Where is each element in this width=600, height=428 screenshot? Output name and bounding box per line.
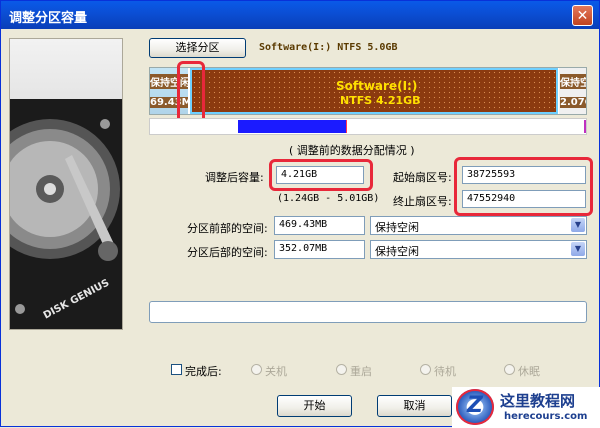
front-space-option: 保持空闲 <box>375 221 419 234</box>
cancel-button[interactable]: 取消 <box>377 395 452 417</box>
sector-highlight <box>454 157 593 216</box>
size-range: (1.24GB - 5.01GB) <box>277 193 380 204</box>
radio-hibernate[interactable] <box>504 364 515 375</box>
partition-info: Software(I:) NTFS 5.0GB <box>259 42 398 53</box>
front-space-label: 分区前部的空间: <box>187 222 268 235</box>
resize-partition-dialog: 调整分区容量 ✕ DISK GENIUS 选择分区 Software(I:) N… <box>0 0 600 428</box>
data-distribution-bar <box>149 118 587 135</box>
after-complete-checkbox[interactable] <box>171 364 182 375</box>
start-button[interactable]: 开始 <box>277 395 352 417</box>
free-after-size: 2.07G <box>560 97 586 108</box>
title-bar[interactable]: 调整分区容量 ✕ <box>1 1 599 29</box>
progress-bar <box>149 301 587 323</box>
radio-shutdown-label: 关机 <box>265 365 287 378</box>
watermark-title: 这里教程网 <box>500 392 576 410</box>
disk-illustration: DISK GENIUS <box>9 38 123 330</box>
front-space-input[interactable]: 469.43MB <box>274 216 365 235</box>
partition-map: 保持空闲 69.43M Software(I:) NTFS 4.21GB 保持空… <box>149 67 587 115</box>
close-button[interactable]: ✕ <box>572 5 593 26</box>
chevron-down-icon[interactable]: ▼ <box>571 218 585 232</box>
new-size-highlight <box>269 159 373 191</box>
radio-hibernate-label: 休眠 <box>518 365 540 378</box>
after-complete-label: 完成后: <box>185 365 222 378</box>
radio-standby-label: 待机 <box>434 365 456 378</box>
back-space-select[interactable]: 保持空闲 ▼ <box>370 240 587 259</box>
free-after-label: 保持空 <box>560 74 586 89</box>
partition-detail: NTFS 4.21GB <box>340 94 421 107</box>
end-sector-label: 终止扇区号: <box>393 195 452 208</box>
chevron-down-icon[interactable]: ▼ <box>571 242 585 256</box>
front-space-select[interactable]: 保持空闲 ▼ <box>370 216 587 235</box>
radio-restart[interactable] <box>336 364 347 375</box>
watermark-logo-icon: Z <box>456 389 494 425</box>
start-sector-label: 起始扇区号: <box>393 171 452 184</box>
radio-standby[interactable] <box>420 364 431 375</box>
back-space-input[interactable]: 352.07MB <box>274 240 365 259</box>
partition-name: Software(I:) <box>336 79 418 93</box>
site-watermark: Z 这里教程网 herecours.com <box>452 387 600 428</box>
section-title: ( 调整前的数据分配情况 ) <box>289 144 415 157</box>
left-handle-highlight <box>177 61 205 124</box>
radio-shutdown[interactable] <box>251 364 262 375</box>
radio-restart-label: 重启 <box>350 365 372 378</box>
watermark-url: herecours.com <box>504 411 588 422</box>
select-partition-button[interactable]: 选择分区 <box>149 38 246 58</box>
back-space-label: 分区后部的空间: <box>187 246 268 259</box>
new-size-label: 调整后容量: <box>205 171 264 184</box>
back-space-option: 保持空闲 <box>375 245 419 258</box>
window-title: 调整分区容量 <box>9 11 88 26</box>
